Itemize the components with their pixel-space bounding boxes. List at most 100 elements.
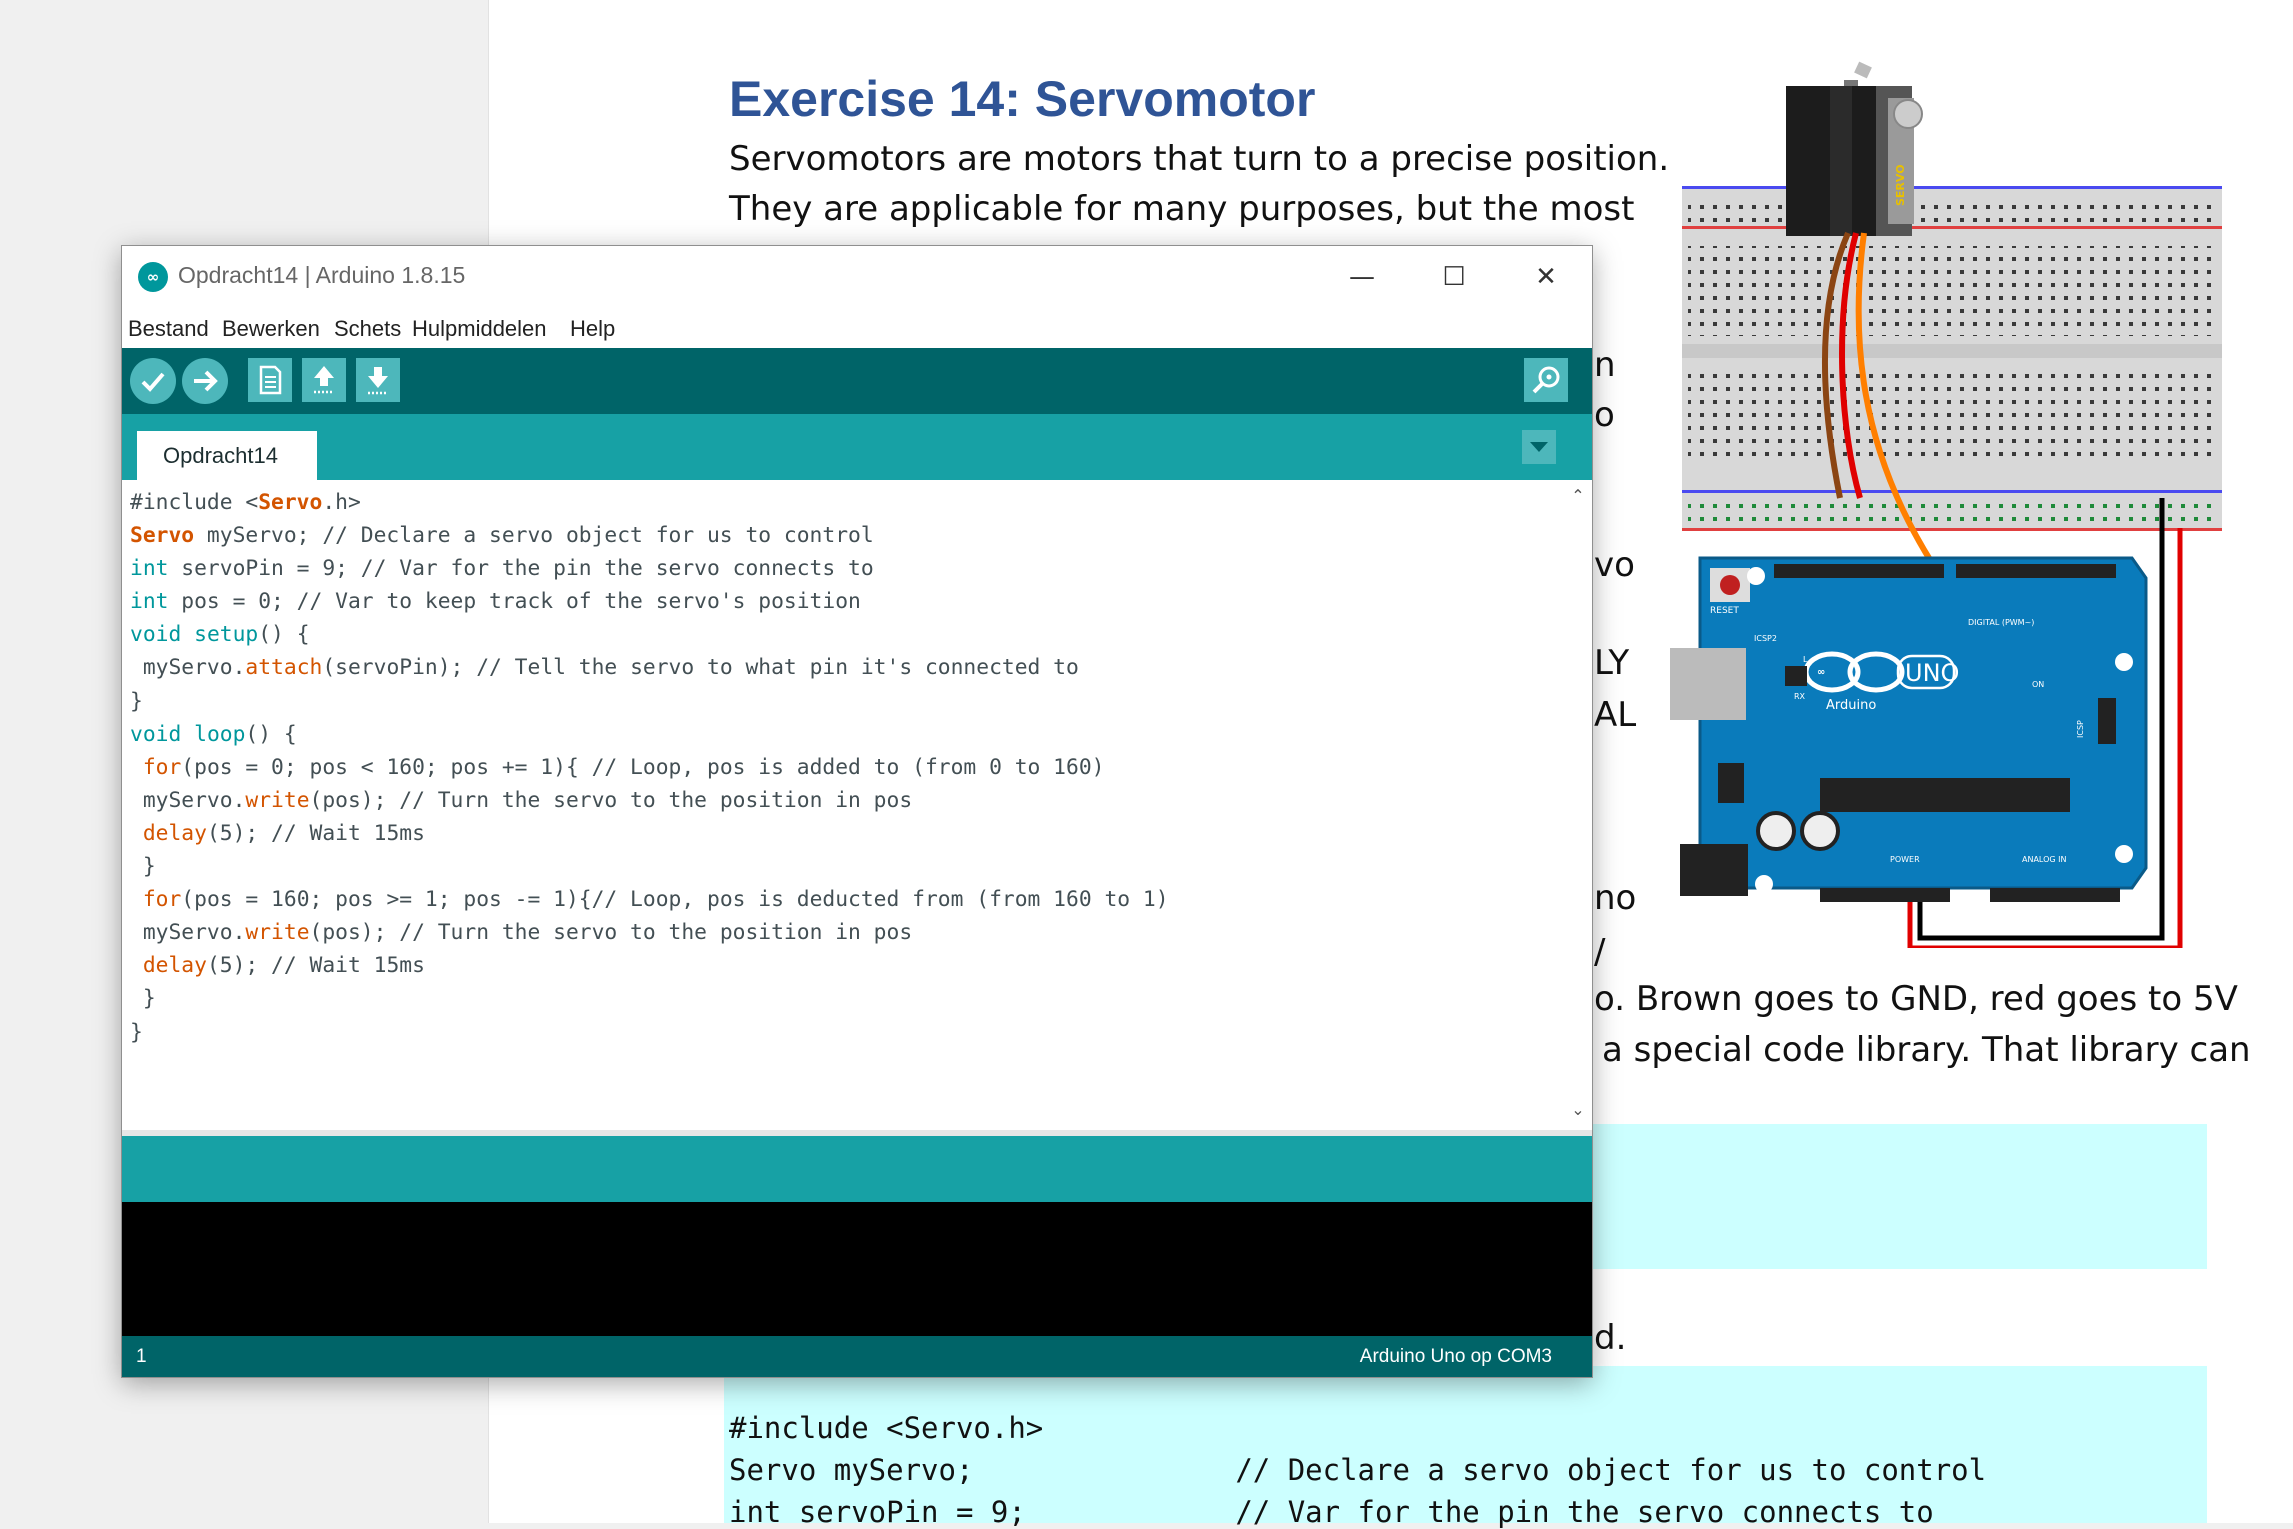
code-line: for(pos = 0; pos < 160; pos += 1){ // Lo…: [142, 754, 1105, 780]
message-area: [122, 1136, 1592, 1202]
code-token: delay: [142, 820, 207, 846]
code-token: void: [130, 622, 182, 648]
tab-bar: Opdracht14: [122, 414, 1592, 480]
document-text-fragment: d.: [1594, 1318, 1627, 1358]
toolbar: [122, 348, 1592, 414]
document-title: Exercise 14: Servomotor: [729, 71, 1316, 127]
document-paragraph-line: a special code library. That library can: [1602, 1030, 2251, 1070]
code-line: }: [130, 986, 156, 1012]
code-line: delay(5); // Wait 15ms: [142, 820, 425, 846]
code-line: int pos = 0; // Var to keep track of the…: [130, 589, 861, 615]
code-token: for: [142, 887, 182, 913]
status-board-port: Arduino Uno op COM3: [1359, 1346, 1552, 1367]
menu-item-schets[interactable]: Schets: [334, 316, 401, 342]
svg-text:ICSP2: ICSP2: [1754, 634, 1777, 643]
servo-label: SERVO: [1894, 164, 1907, 206]
document-text-fragment: no: [1594, 878, 1637, 918]
breadboard: [1682, 186, 2222, 531]
code-token: setup: [194, 622, 259, 648]
status-bar: 1 Arduino Uno op COM3: [122, 1336, 1592, 1377]
document-code-line: int servoPin = 9; // Var for the pin the…: [729, 1495, 1934, 1529]
code-token: attach: [245, 655, 323, 681]
new-sketch-button[interactable]: [248, 358, 292, 402]
code-token: loop: [194, 721, 246, 747]
code-line: }: [130, 688, 143, 714]
menu-item-hulpmiddelen[interactable]: Hulpmiddelen: [412, 316, 547, 342]
console-output: [122, 1202, 1592, 1336]
code-line: for(pos = 160; pos >= 1; pos -= 1){// Lo…: [142, 887, 1169, 913]
svg-text:ANALOG IN: ANALOG IN: [2022, 855, 2067, 864]
code-line: myServo.write(pos); // Turn the servo to…: [130, 787, 913, 813]
code-token: void: [130, 721, 182, 747]
svg-text:RESET: RESET: [1710, 606, 1739, 616]
document-text-fragment: LY: [1594, 643, 1630, 683]
scroll-down-icon[interactable]: ⌄: [1568, 1100, 1588, 1120]
document-text-fragment: /: [1594, 932, 1606, 972]
minimize-button[interactable]: —: [1316, 246, 1408, 308]
save-sketch-button[interactable]: [356, 358, 400, 402]
menu-item-help[interactable]: Help: [570, 316, 615, 342]
code-line: myServo.write(pos); // Turn the servo to…: [130, 920, 913, 946]
upload-button[interactable]: [182, 358, 228, 404]
code-token: delay: [142, 953, 207, 979]
verify-button[interactable]: [130, 358, 176, 404]
arduino-ide-window: ∞ Opdracht14 | Arduino 1.8.15 — ☐ ✕ Best…: [122, 246, 1592, 1377]
maximize-button[interactable]: ☐: [1408, 246, 1500, 308]
code-line: delay(5); // Wait 15ms: [142, 953, 425, 979]
code-line: void setup() {: [130, 622, 310, 648]
code-token: Servo: [258, 490, 323, 515]
svg-text:∞: ∞: [1817, 667, 1825, 678]
menu-item-bewerken[interactable]: Bewerken: [222, 316, 320, 342]
document-paragraph-line: They are applicable for many purposes, b…: [729, 189, 1635, 229]
code-token: int: [130, 556, 169, 582]
svg-text:ICSP: ICSP: [2076, 720, 2085, 738]
tab-label: Opdracht14: [163, 443, 278, 468]
svg-text:Arduino: Arduino: [1826, 698, 1876, 713]
svg-text:RX: RX: [1794, 692, 1806, 701]
code-token: write: [245, 787, 310, 813]
code-token: for: [142, 754, 182, 780]
document-code-box: [1590, 1124, 2207, 1269]
document-code-line: Servo myServo; // Declare a servo object…: [729, 1453, 1987, 1487]
code-line: void loop() {: [130, 721, 297, 747]
tab-opdracht14[interactable]: Opdracht14: [137, 431, 317, 480]
upload-icon: [194, 370, 218, 392]
code-line: }: [130, 854, 156, 880]
status-line-number: 1: [136, 1346, 147, 1367]
save-icon: [368, 367, 388, 395]
open-sketch-button[interactable]: [302, 358, 346, 402]
svg-text:DIGITAL (PWM~): DIGITAL (PWM~): [1968, 618, 2034, 627]
menu-bar: Bestand Bewerken Schets Hulpmiddelen Hel…: [122, 308, 1592, 348]
arduino-app-icon: ∞: [138, 262, 168, 292]
svg-text:L: L: [1803, 655, 1808, 664]
tab-menu-button[interactable]: [1522, 430, 1556, 464]
document-text-fragment: o: [1594, 395, 1615, 435]
close-button[interactable]: ✕: [1500, 246, 1592, 308]
document-paragraph-line: Servomotors are motors that turn to a pr…: [729, 139, 1670, 179]
code-line: #include <Servo.h>: [130, 490, 361, 515]
code-token: write: [245, 920, 310, 946]
circuit-diagram: SERVO RESET DIGITAL (PWM~) ICSP2 ∞ UNO A…: [1670, 61, 2222, 948]
editor-scrollbar[interactable]: ⌃ ⌄: [1564, 480, 1592, 1130]
document-text-fragment: AL: [1594, 695, 1637, 735]
chevron-down-icon: [1530, 442, 1548, 452]
code-line: Servo myServo; // Declare a servo object…: [130, 523, 874, 549]
code-line: myServo.attach(servoPin); // Tell the se…: [130, 655, 1079, 681]
serial-monitor-button[interactable]: [1524, 358, 1568, 402]
code-line: }: [130, 1019, 143, 1045]
svg-text:POWER: POWER: [1890, 855, 1920, 864]
code-editor[interactable]: #include <Servo.h> Servo myServo; // Dec…: [122, 480, 1592, 1130]
document-code-line: #include <Servo.h>: [729, 1411, 1044, 1445]
document-paragraph-line: o. Brown goes to GND, red goes to 5V: [1594, 979, 2238, 1019]
code-line: int servoPin = 9; // Var for the pin the…: [130, 556, 874, 582]
open-icon: [314, 366, 334, 394]
svg-text:ON: ON: [2032, 680, 2044, 689]
scroll-up-icon[interactable]: ⌃: [1568, 486, 1588, 506]
code-token: int: [130, 589, 169, 615]
serial-monitor-icon: [1532, 366, 1560, 394]
verify-icon: [141, 372, 165, 392]
code-token: Servo: [130, 523, 195, 549]
title-bar[interactable]: ∞ Opdracht14 | Arduino 1.8.15 — ☐ ✕: [122, 246, 1592, 308]
svg-text:UNO: UNO: [1905, 659, 1959, 687]
menu-item-bestand[interactable]: Bestand: [128, 316, 209, 342]
